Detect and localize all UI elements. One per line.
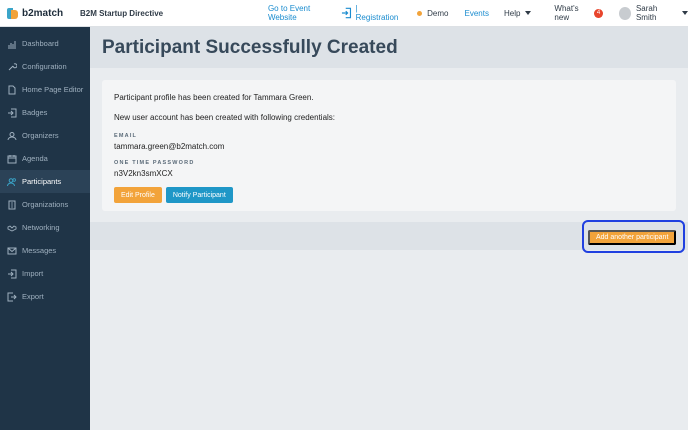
notify-participant-button[interactable]: Notify Participant	[165, 187, 233, 203]
document-icon	[8, 85, 16, 94]
whats-new-label: What's new	[554, 4, 579, 22]
otp-label: ONE TIME PASSWORD	[114, 160, 195, 166]
sidebar-item-label: Home Page Editor	[22, 85, 84, 94]
handshake-icon	[7, 224, 17, 232]
sidebar-item-label: Configuration	[22, 62, 67, 71]
building-icon	[8, 200, 16, 209]
go-to-event-link[interactable]: Go to Event Website	[268, 4, 337, 22]
sidebar-item-badges[interactable]: Badges	[0, 101, 90, 124]
sidebar-item-import[interactable]: Import	[0, 262, 90, 285]
profile-message: Participant profile has been created for…	[114, 93, 314, 102]
demo-indicator[interactable]: Demo	[417, 8, 449, 18]
notification-badge: 4	[594, 8, 603, 18]
top-bar: b2match B2M Startup Directive Go to Even…	[0, 0, 688, 27]
page-title: Participant Successfully Created	[102, 36, 398, 58]
sidebar-item-dashboard[interactable]: Dashboard	[0, 32, 90, 55]
import-icon	[8, 269, 17, 278]
sidebar-item-label: Organizers	[22, 131, 59, 140]
user-menu[interactable]: Sarah Smith	[618, 4, 688, 22]
sidebar: Dashboard Configuration Home Page Editor…	[0, 27, 90, 430]
logo[interactable]: b2match	[7, 7, 79, 19]
highlight-box	[582, 220, 685, 253]
sidebar-item-label: Export	[22, 292, 44, 301]
sidebar-item-label: Import	[22, 269, 44, 278]
users-icon	[7, 177, 16, 186]
sidebar-item-label: Messages	[22, 246, 57, 255]
user-name: Sarah Smith	[635, 4, 658, 22]
sidebar-item-label: Networking	[22, 223, 60, 232]
sidebar-item-label: Badges	[22, 108, 48, 117]
email-value: tammara.green@b2match.com	[114, 142, 225, 151]
sidebar-item-label: Dashboard	[22, 39, 59, 48]
export-icon	[7, 292, 17, 301]
sidebar-item-label: Organizations	[22, 200, 69, 209]
calendar-icon	[7, 154, 17, 163]
login-icon[interactable]	[341, 7, 352, 19]
event-name: B2M Startup Directive	[79, 8, 164, 18]
help-label: Help	[503, 8, 521, 18]
success-card: Participant profile has been created for…	[102, 80, 676, 211]
sidebar-item-label: Participants	[22, 177, 62, 186]
user-icon	[7, 131, 17, 140]
avatar	[618, 6, 631, 20]
sidebar-item-messages[interactable]: Messages	[0, 239, 90, 262]
chart-icon	[8, 40, 16, 48]
sidebar-item-organizers[interactable]: Organizers	[0, 124, 90, 147]
demo-label: Demo	[427, 8, 449, 18]
mail-icon	[7, 247, 17, 254]
b2match-logo-icon	[7, 7, 18, 19]
account-message: New user account has been created with f…	[114, 113, 336, 122]
email-label: EMAIL	[114, 133, 138, 139]
help-menu[interactable]: Help	[503, 8, 532, 18]
events-link[interactable]: Events	[465, 9, 489, 18]
status-dot-icon	[417, 10, 423, 16]
chevron-down-icon	[681, 11, 688, 15]
registration-link[interactable]: | Registration	[356, 4, 401, 22]
edit-profile-button[interactable]: Edit Profile	[114, 187, 162, 203]
sidebar-item-home-page-editor[interactable]: Home Page Editor	[0, 78, 90, 101]
sidebar-item-configuration[interactable]: Configuration	[0, 55, 90, 78]
sidebar-item-organizations[interactable]: Organizations	[0, 193, 90, 216]
page-header: Participant Successfully Created	[90, 27, 688, 68]
wrench-icon	[8, 62, 17, 70]
sidebar-item-export[interactable]: Export	[0, 285, 90, 308]
sidebar-item-participants[interactable]: Participants	[0, 170, 90, 193]
otp-value: n3V2kn3smXCX	[114, 169, 173, 178]
login-icon	[8, 108, 17, 117]
sidebar-item-agenda[interactable]: Agenda	[0, 147, 90, 170]
main-content: Participant Successfully Created Partici…	[90, 27, 688, 430]
whats-new-button[interactable]: What's new 4	[554, 4, 603, 22]
sidebar-item-label: Agenda	[22, 154, 48, 163]
brand-name: b2match	[22, 7, 64, 19]
chevron-down-icon	[525, 11, 532, 15]
sidebar-item-networking[interactable]: Networking	[0, 216, 90, 239]
